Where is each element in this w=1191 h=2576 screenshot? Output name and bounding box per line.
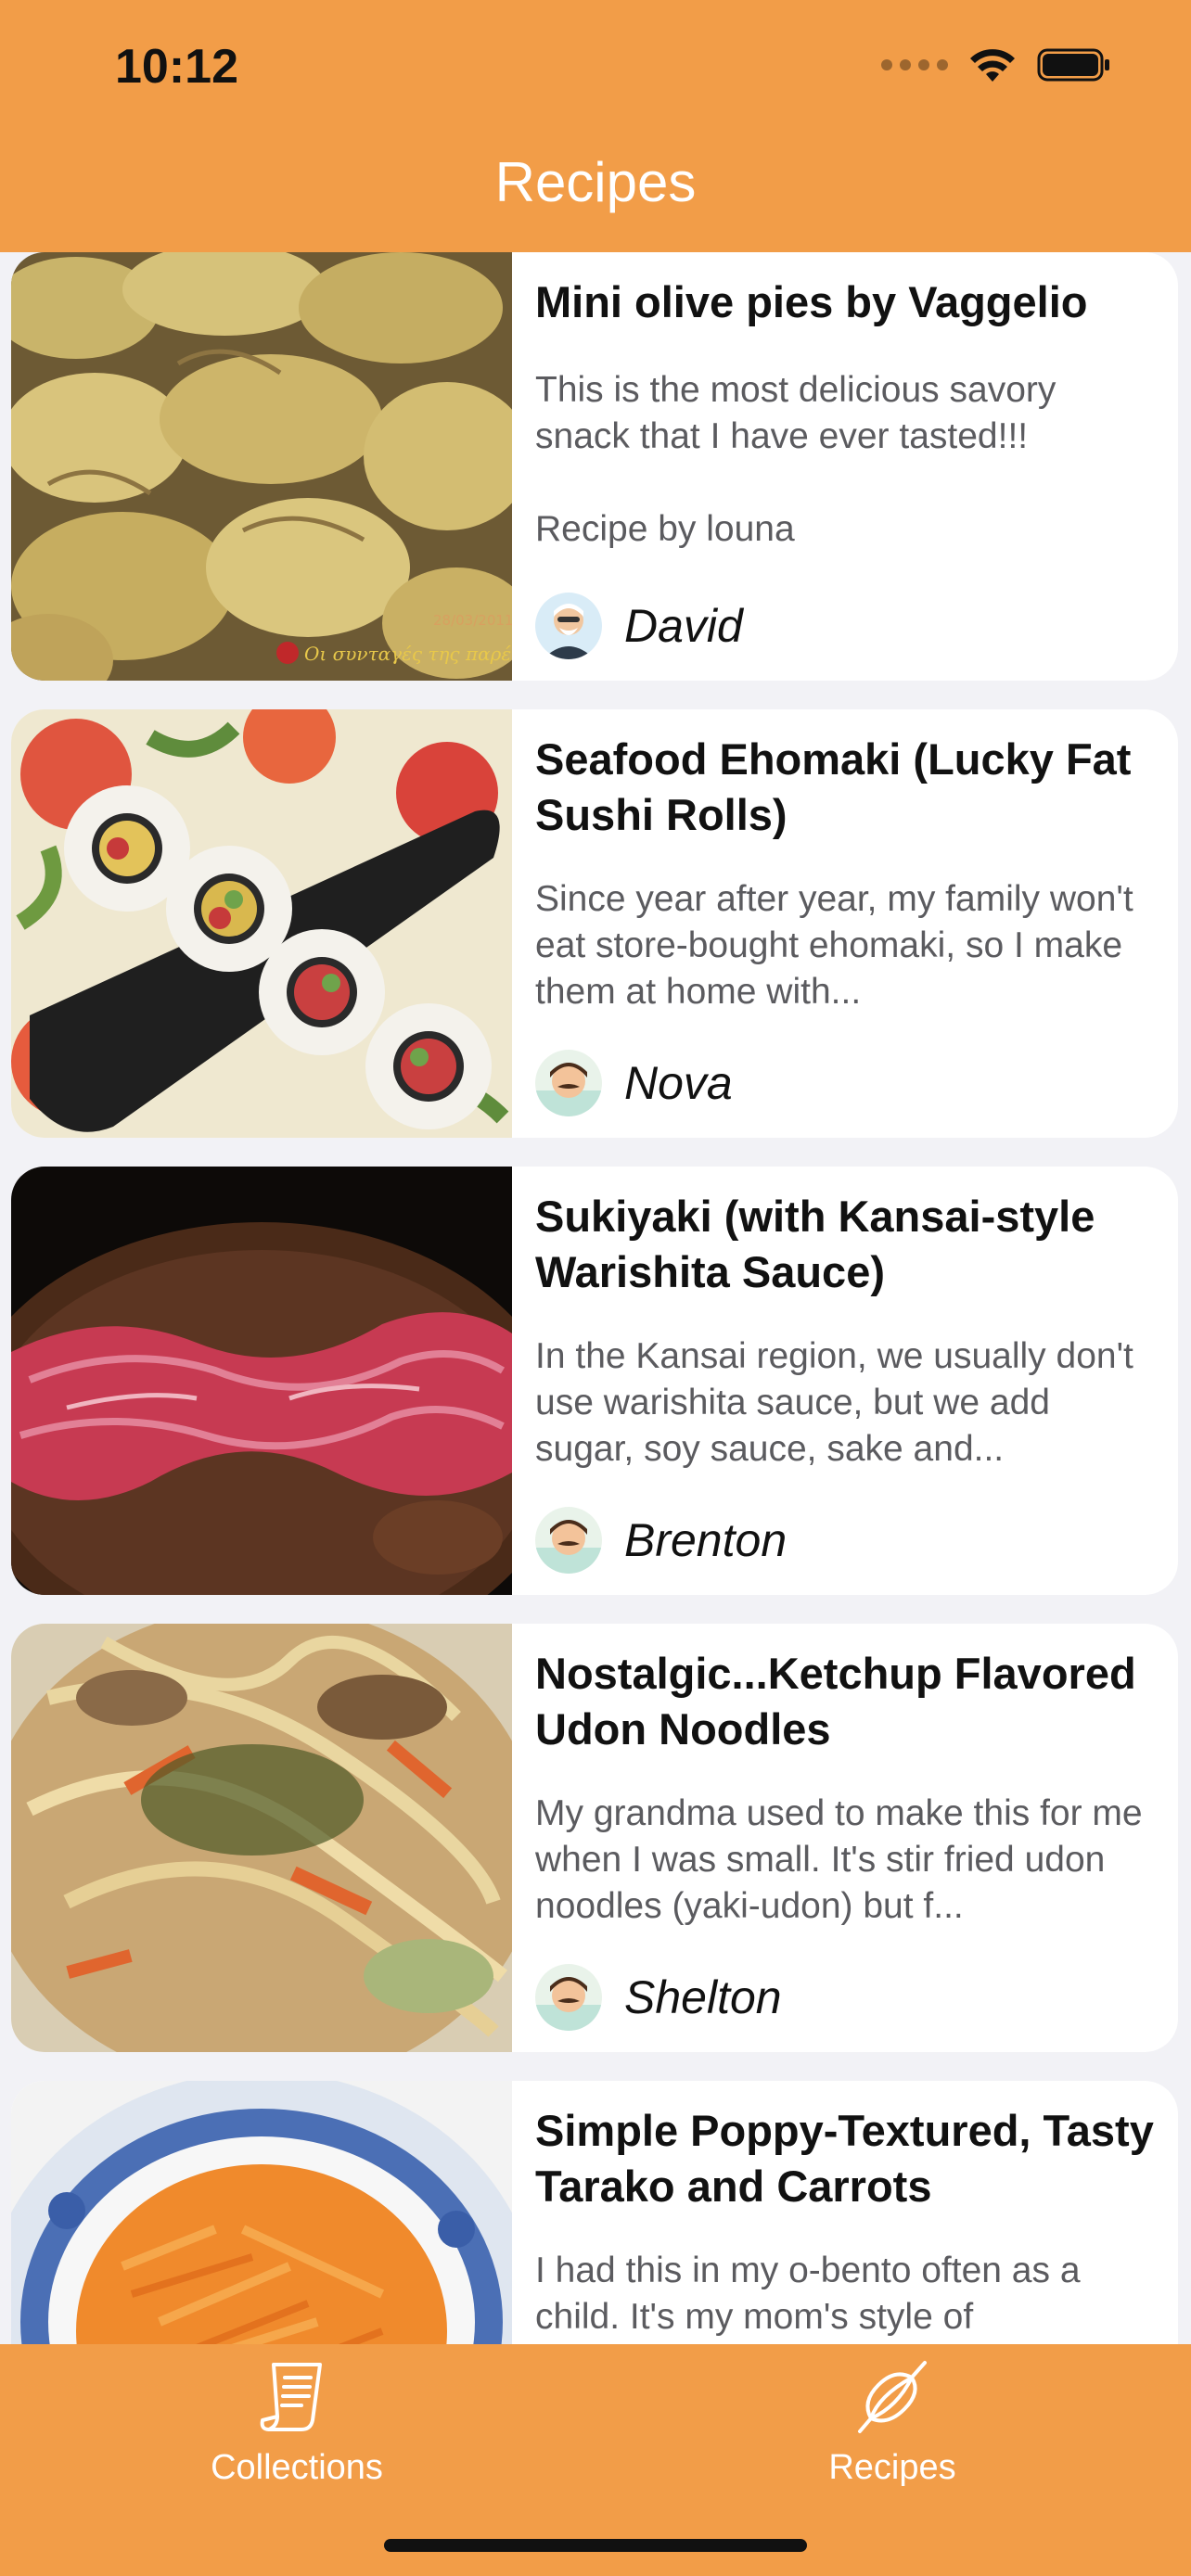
recipe-author: Shelton (535, 1964, 782, 2031)
avatar (535, 593, 602, 659)
recipe-card[interactable]: Sukiyaki (with Kansai-style Warishita Sa… (11, 1167, 1178, 1595)
whisk-icon (858, 2361, 927, 2433)
wifi-icon (968, 46, 1017, 83)
cellular-signal-icon (881, 59, 948, 70)
status-time: 10:12 (115, 40, 238, 94)
tab-recipes[interactable]: Recipes (753, 2355, 1031, 2488)
recipe-description: This is the most delicious savory snack … (535, 370, 1057, 549)
recipe-image-tarako-carrots (11, 2081, 512, 2344)
recipe-author: Nova (535, 1050, 733, 1116)
recipe-card[interactable]: Seafood Ehomaki (Lucky Fat Sushi Rolls) … (11, 709, 1178, 1138)
recipe-list[interactable]: Οι συνταγές της παρέας 28/03/2011 Mini o… (0, 252, 1191, 2344)
recipe-description: In the Kansai region, we usually don't u… (535, 1336, 1133, 1469)
tab-collections[interactable]: Collections (158, 2355, 436, 2488)
recipe-description: I had this in my o-bento often as a chil… (535, 2251, 1081, 2337)
recipe-card[interactable]: Οι συνταγές της παρέας 28/03/2011 Mini o… (11, 252, 1178, 681)
recipe-card-body: Seafood Ehomaki (Lucky Fat Sushi Rolls) … (535, 709, 1157, 1138)
recipe-author: David (535, 593, 743, 659)
navigation-header: 10:12 Recipes (0, 0, 1191, 252)
recipe-title: Sukiyaki (with Kansai-style Warishita Sa… (535, 1192, 1095, 1296)
recipe-image-sushi-rolls (11, 709, 512, 1138)
author-name: David (624, 600, 743, 652)
recipe-image-olive-pies: Οι συνταγές της παρέας 28/03/2011 (11, 252, 512, 681)
recipe-image-sukiyaki (11, 1167, 512, 1595)
recipe-card-body: Mini olive pies by Vaggelio This is the … (535, 252, 1157, 681)
recipe-title: Seafood Ehomaki (Lucky Fat Sushi Rolls) (535, 734, 1132, 839)
recipe-title: Simple Poppy-Textured, Tasty Tarako and … (535, 2106, 1154, 2211)
recipe-card-body: Simple Poppy-Textured, Tasty Tarako and … (535, 2081, 1157, 2344)
image-watermark: Οι συνταγές της παρέας (304, 643, 512, 665)
avatar (535, 1507, 602, 1574)
home-indicator[interactable] (384, 2539, 807, 2552)
author-name: Shelton (624, 1971, 782, 2023)
author-name: Nova (624, 1057, 733, 1109)
avatar (535, 1964, 602, 2031)
author-name: Brenton (624, 1514, 788, 1566)
recipe-card[interactable]: Simple Poppy-Textured, Tasty Tarako and … (11, 2081, 1178, 2344)
battery-icon (1037, 46, 1111, 83)
page-title: Recipes (494, 151, 697, 213)
image-date: 28/03/2011 (433, 612, 512, 629)
status-icons (881, 46, 1111, 83)
recipe-description: Since year after year, my family won't e… (535, 879, 1133, 1012)
recipe-title: Mini olive pies by Vaggelio (535, 277, 1088, 326)
recipe-card-body: Nostalgic...Ketchup Flavored Udon Noodle… (535, 1624, 1157, 2052)
recipe-title: Nostalgic...Ketchup Flavored Udon Noodle… (535, 1649, 1136, 1753)
tab-label: Collections (211, 2448, 383, 2487)
screen: 10:12 Recipes Οι συνταγές της παρέας 28/… (0, 0, 1191, 2576)
avatar (535, 1050, 602, 1116)
collections-icon (260, 2363, 322, 2431)
recipe-description: My grandma used to make this for me when… (535, 1793, 1143, 1926)
recipe-card-body: Sukiyaki (with Kansai-style Warishita Sa… (535, 1167, 1157, 1595)
tab-label: Recipes (828, 2448, 956, 2487)
recipe-author: Brenton (535, 1507, 787, 1574)
recipe-image-udon (11, 1624, 512, 2052)
recipe-card[interactable]: Nostalgic...Ketchup Flavored Udon Noodle… (11, 1624, 1178, 2052)
